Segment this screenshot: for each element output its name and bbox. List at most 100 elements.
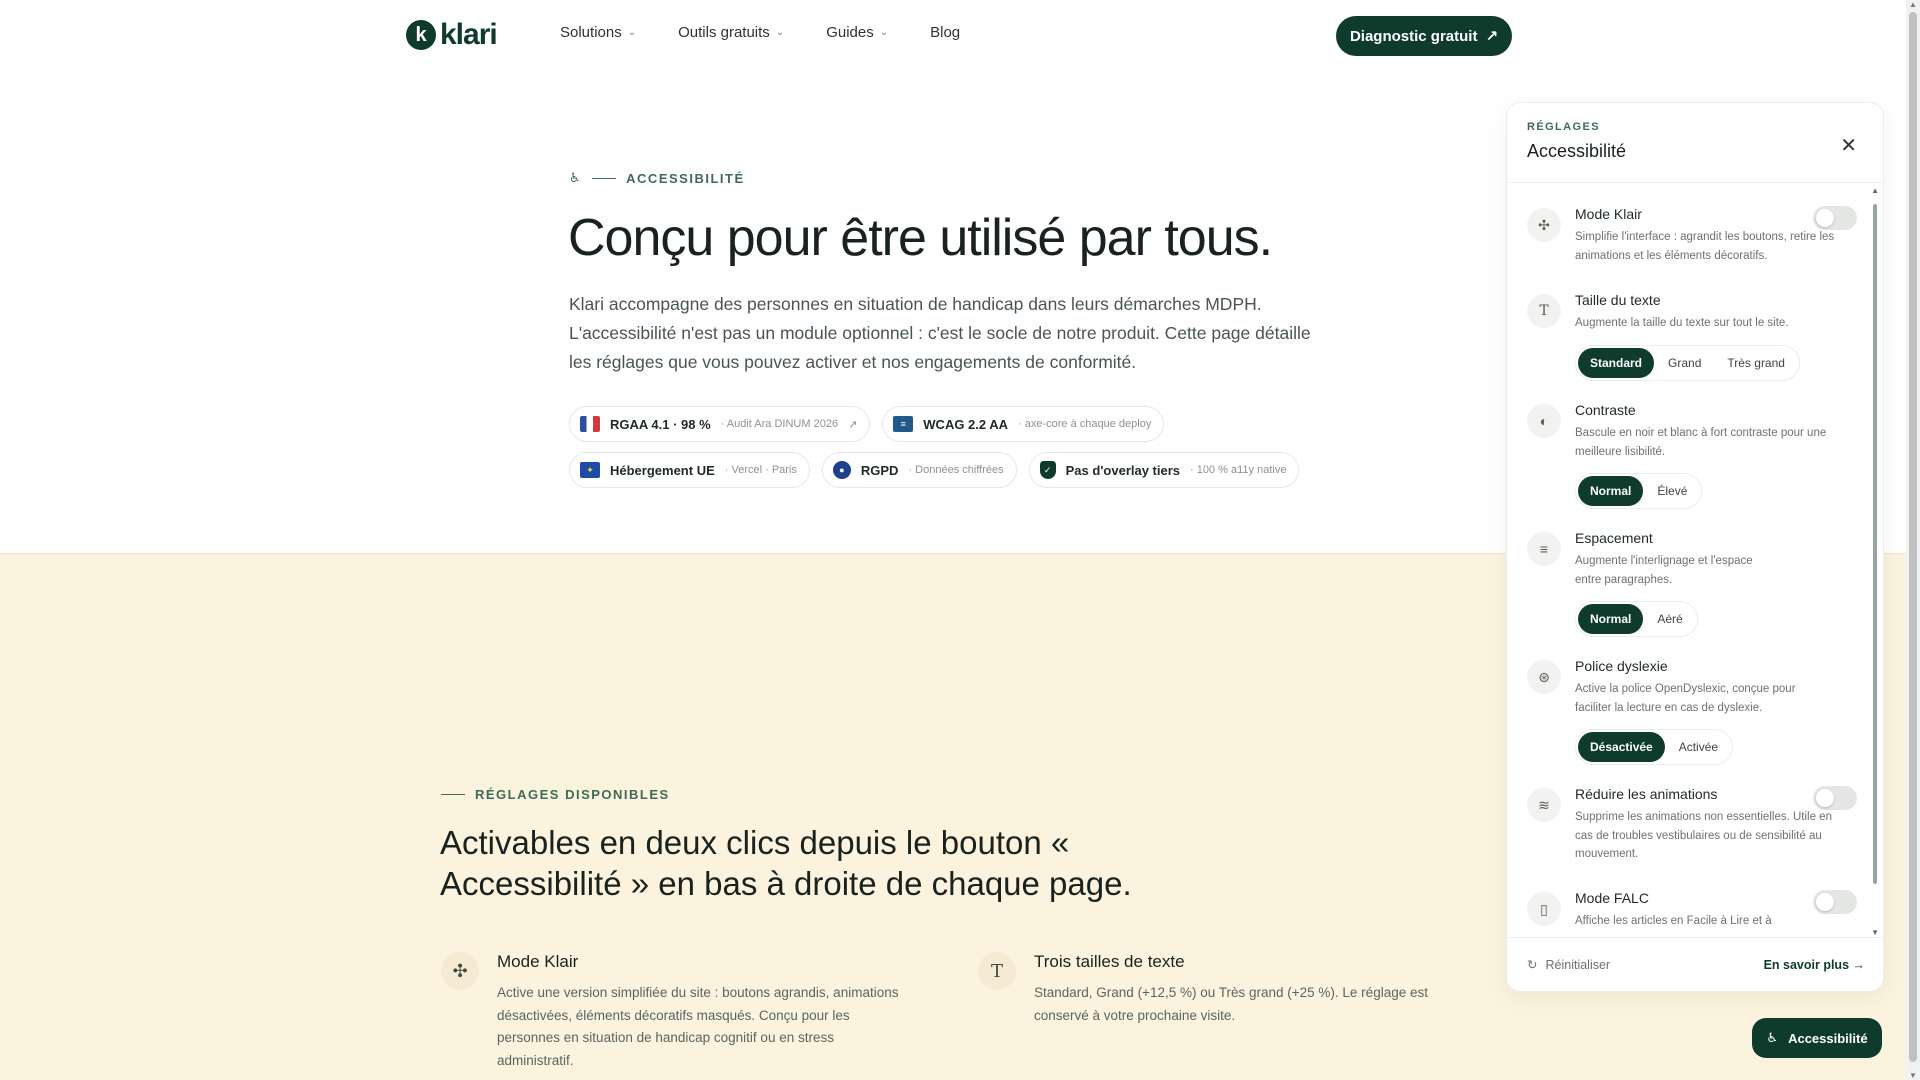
accessibility-icon: ♿ bbox=[1766, 1030, 1779, 1045]
chevron-down-icon: ⌄ bbox=[627, 27, 637, 38]
shield-icon: ✓ bbox=[1039, 461, 1056, 479]
section-title: Activables en deux clics depuis le bouto… bbox=[440, 824, 1132, 902]
setting-content: Contraste Bascule en noir et blanc à for… bbox=[1575, 402, 1857, 509]
scroll-down-arrow-icon[interactable]: ▼ bbox=[1909, 1071, 1917, 1080]
spacing-selector: Normal Aéré bbox=[1575, 601, 1698, 637]
close-icon[interactable]: ✕ bbox=[1840, 133, 1857, 158]
option-normal[interactable]: Normal bbox=[1578, 604, 1644, 634]
scroll-up-arrow-icon[interactable]: ▲ bbox=[1871, 186, 1879, 195]
wcag-icon: ≡ bbox=[893, 416, 914, 432]
option-desactivee[interactable]: Désactivée bbox=[1578, 732, 1665, 762]
nav-item-label: Blog bbox=[930, 24, 961, 41]
feature-mode-klair: ✣ Mode Klair Active une version simplifi… bbox=[441, 952, 911, 1072]
setting-content: Espacement Augmente l'interlignage et l'… bbox=[1575, 530, 1857, 637]
nav-links: Solutions ⌄ Outils gratuits ⌄ Guides ⌄ B… bbox=[560, 24, 960, 41]
sparkle-icon: ✣ bbox=[1527, 208, 1561, 242]
badge-subtitle: · Vercel · Paris bbox=[724, 464, 797, 476]
dyslexia-selector: Désactivée Activée bbox=[1575, 729, 1734, 765]
setting-content: Police dyslexie Active la police OpenDys… bbox=[1575, 658, 1857, 765]
badge-rgaa[interactable]: RGAA 4.1 · 98 % · Audit Ara DINUM 2026 ↗ bbox=[569, 406, 871, 442]
sparkle-icon: ✣ bbox=[441, 952, 479, 990]
setting-description: Simplifie l'interface : agrandit les bou… bbox=[1575, 231, 1835, 262]
chevron-down-icon: ⌄ bbox=[775, 27, 785, 38]
panel-settings-list[interactable]: ✣ Mode Klair Simplifie l'interface : agr… bbox=[1507, 184, 1883, 939]
setting-title: Police dyslexie bbox=[1575, 658, 1668, 674]
text-size-icon: T bbox=[1527, 294, 1561, 328]
book-icon: ▯ bbox=[1527, 892, 1561, 926]
scroll-down-arrow-icon[interactable]: ▼ bbox=[1871, 928, 1879, 937]
logo-text: klari bbox=[440, 18, 498, 51]
option-grand[interactable]: Grand bbox=[1656, 348, 1713, 378]
feature-text: Active une version simplifiée du site : … bbox=[497, 985, 899, 1068]
accessibility-panel: RÉGLAGES Accessibilité ✕ ✣ Mode Klair Si… bbox=[1506, 102, 1884, 992]
reset-button[interactable]: ↻ Réinitialiser bbox=[1527, 957, 1611, 973]
option-eleve[interactable]: Élevé bbox=[1645, 476, 1699, 506]
klari-logo[interactable]: k klari bbox=[406, 18, 498, 52]
compliance-badges: RGAA 4.1 · 98 % · Audit Ara DINUM 2026 ↗… bbox=[569, 406, 1329, 488]
nav-item-solutions[interactable]: Solutions ⌄ bbox=[560, 24, 636, 41]
motion-icon: ≋ bbox=[1527, 788, 1561, 822]
reduce-motion-toggle[interactable] bbox=[1813, 786, 1857, 810]
panel-scrollbar[interactable] bbox=[1873, 194, 1877, 924]
nav-item-blog[interactable]: Blog bbox=[930, 24, 960, 41]
badge-overlay: ✓ Pas d'overlay tiers · 100 % a11y nativ… bbox=[1028, 452, 1300, 488]
accessibility-button[interactable]: ♿ Accessibilité bbox=[1752, 1018, 1882, 1058]
badge-subtitle: · 100 % a11y native bbox=[1190, 464, 1287, 476]
scrollbar-thumb[interactable] bbox=[1873, 204, 1877, 884]
setting-description: Bascule en noir et blanc à fort contrast… bbox=[1575, 427, 1827, 458]
nav-item-outils-gratuits[interactable]: Outils gratuits ⌄ bbox=[678, 24, 784, 41]
logo-mark: k bbox=[406, 20, 436, 50]
nav-item-label: Outils gratuits bbox=[678, 24, 770, 41]
mode-falc-toggle[interactable] bbox=[1813, 890, 1857, 914]
accessibility-icon: ♿ bbox=[569, 170, 583, 185]
contrast-selector: Normal Élevé bbox=[1575, 473, 1703, 509]
option-activee[interactable]: Activée bbox=[1667, 732, 1730, 762]
section-eyebrow: RÉGLAGES DISPONIBLES bbox=[441, 787, 670, 802]
badge-wcag: ≡ WCAG 2.2 AA · axe-core à chaque deploy bbox=[882, 406, 1165, 442]
external-link-icon: ↗ bbox=[848, 418, 858, 431]
text-size-selector: Standard Grand Très grand bbox=[1575, 344, 1800, 381]
accessibility-button-label: Accessibilité bbox=[1788, 1030, 1868, 1046]
badge-title: Pas d'overlay tiers bbox=[1065, 462, 1181, 478]
feature-title: Trois tailles de texte bbox=[1034, 952, 1185, 971]
option-tres-grand[interactable]: Très grand bbox=[1715, 348, 1797, 378]
mode-klair-toggle[interactable] bbox=[1813, 206, 1857, 230]
badge-title: WCAG 2.2 AA bbox=[923, 416, 1009, 432]
rgpd-icon: ● bbox=[832, 461, 851, 479]
text-size-icon: T bbox=[978, 952, 1016, 990]
chevron-down-icon: ⌄ bbox=[879, 27, 889, 38]
hero-eyebrow: ♿ ACCESSIBILITÉ bbox=[569, 170, 745, 186]
badge-subtitle: · Données chiffrées bbox=[908, 464, 1004, 476]
page-title: Conçu pour être utilisé par tous. bbox=[568, 209, 1273, 267]
diagnostic-gratuit-button[interactable]: Diagnostic gratuit ↗ bbox=[1336, 16, 1512, 56]
nav-item-guides[interactable]: Guides ⌄ bbox=[826, 24, 888, 41]
setting-title: Taille du texte bbox=[1575, 292, 1661, 308]
panel-eyebrow: RÉGLAGES bbox=[1527, 121, 1600, 133]
feature-title: Mode Klair bbox=[497, 952, 579, 971]
page-scrollbar-thumb[interactable] bbox=[1909, 12, 1917, 1062]
reset-label: Réinitialiser bbox=[1545, 957, 1611, 972]
badge-title: RGAA 4.1 · 98 % bbox=[610, 416, 711, 432]
setting-title: Contraste bbox=[1575, 402, 1636, 418]
setting-title: Espacement bbox=[1575, 530, 1653, 546]
badge-hebergement: ✦ Hébergement UE · Vercel · Paris bbox=[569, 452, 810, 488]
eu-flag-icon: ✦ bbox=[580, 462, 600, 478]
panel-title: Accessibilité bbox=[1527, 141, 1627, 161]
setting-description: Supprime les animations non essentielles… bbox=[1575, 811, 1832, 860]
option-aere[interactable]: Aéré bbox=[1645, 604, 1694, 634]
page-scrollbar[interactable]: ▲ ▼ bbox=[1906, 0, 1920, 1080]
panel-footer: ↻ Réinitialiser En savoir plus → bbox=[1507, 937, 1883, 991]
scroll-up-arrow-icon[interactable]: ▲ bbox=[1909, 0, 1917, 9]
feature-text: Standard, Grand (+12,5 %) ou Très grand … bbox=[1034, 985, 1428, 1023]
setting-content: Taille du texte Augmente la taille du te… bbox=[1575, 292, 1857, 381]
option-normal[interactable]: Normal bbox=[1578, 476, 1644, 506]
feature-text-sizes: T Trois tailles de texte Standard, Grand… bbox=[978, 952, 1448, 1027]
option-standard[interactable]: Standard bbox=[1578, 347, 1655, 378]
setting-description: Active la police OpenDyslexic, conçue po… bbox=[1575, 683, 1796, 714]
spacing-icon: ≡ bbox=[1527, 532, 1561, 566]
fr-flag-icon bbox=[580, 416, 600, 432]
hero-description: Klari accompagne des personnes en situat… bbox=[569, 294, 1311, 372]
section-eyebrow-label: RÉGLAGES DISPONIBLES bbox=[475, 787, 670, 802]
eyebrow-divider bbox=[592, 177, 617, 179]
learn-more-link[interactable]: En savoir plus → bbox=[1764, 958, 1865, 972]
